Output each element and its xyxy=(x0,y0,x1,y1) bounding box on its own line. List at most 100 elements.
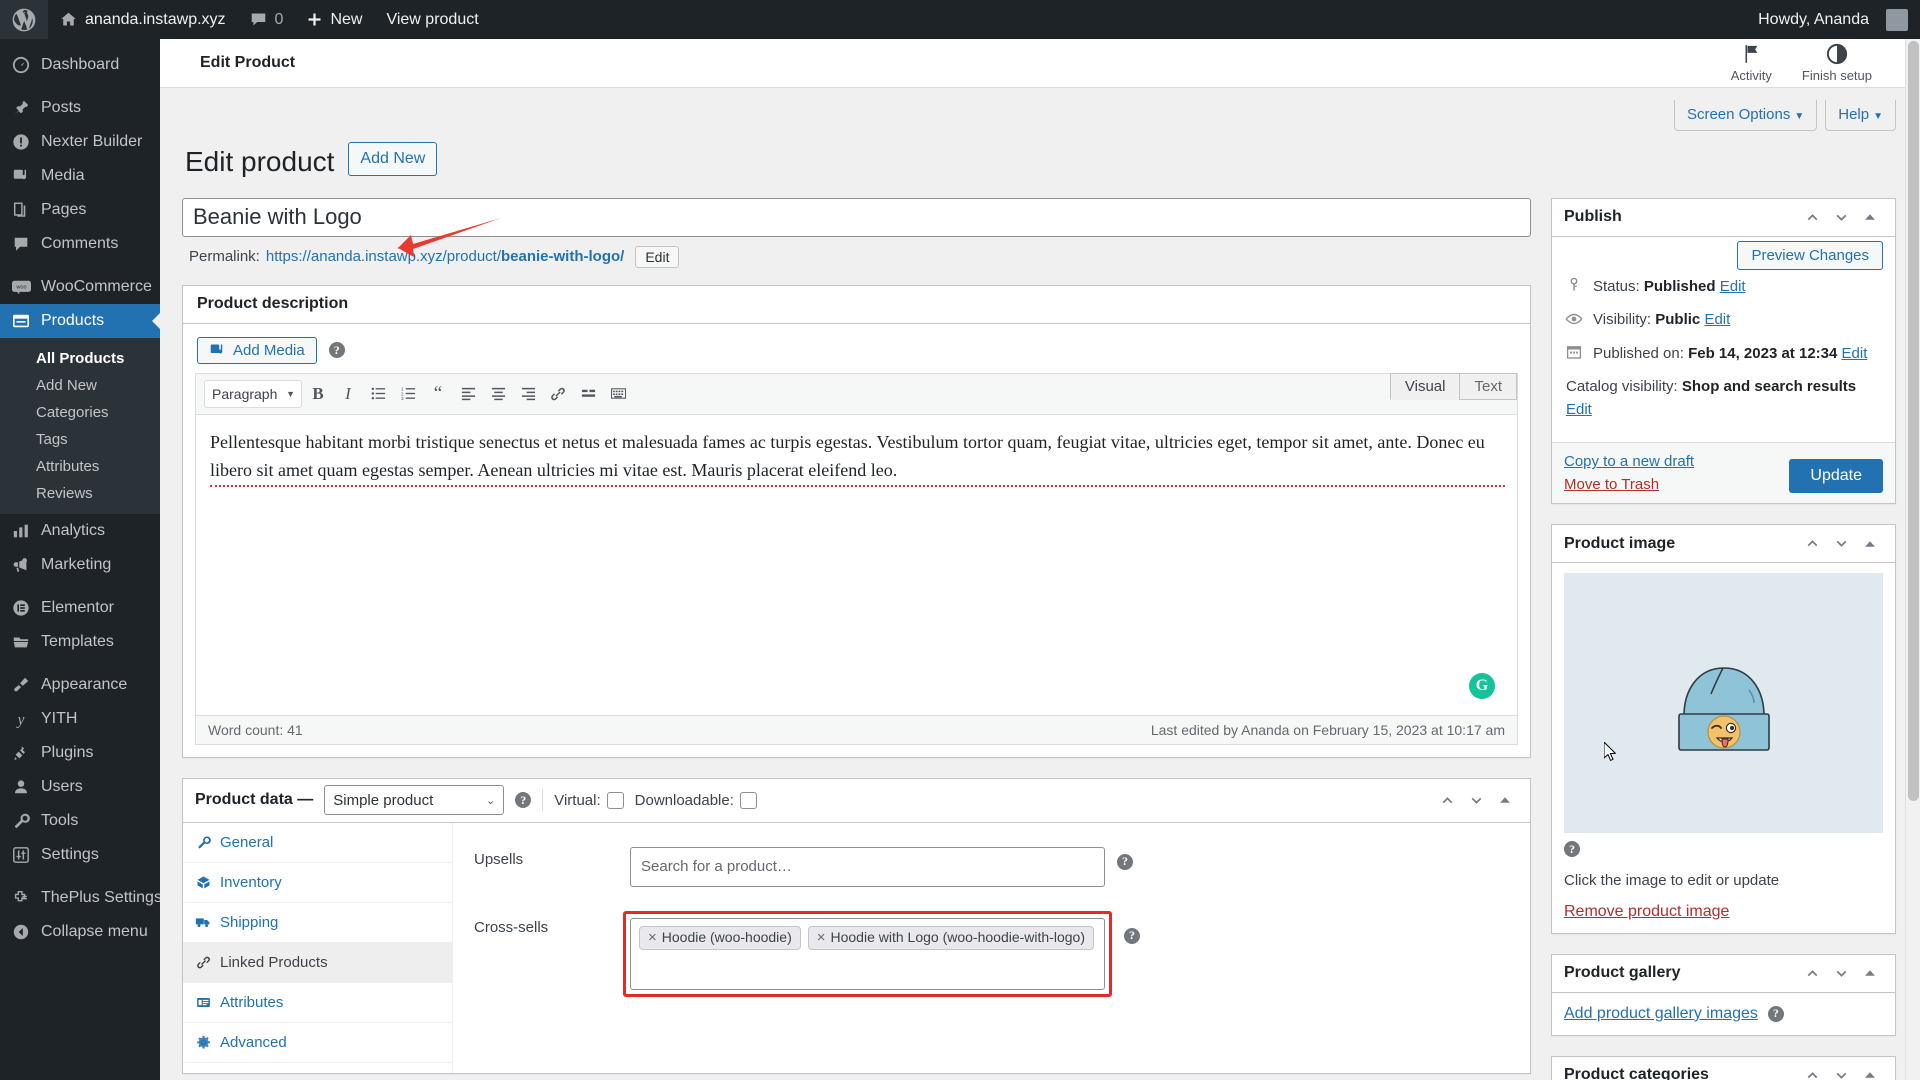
virtual-checkbox[interactable] xyxy=(607,792,624,809)
product-title-input[interactable] xyxy=(182,198,1531,237)
pd-tab-linked-products[interactable]: Linked Products xyxy=(183,943,452,983)
help-tip-icon[interactable]: ? xyxy=(1768,1006,1784,1022)
help-tip-icon[interactable]: ? xyxy=(329,342,345,358)
sidebar-item-collapse-menu[interactable]: Collapse menu xyxy=(0,915,160,949)
sidebar-item-tools[interactable]: Tools xyxy=(0,804,160,838)
cross-sells-input[interactable]: × Hoodie (woo-hoodie) × Hoodie with Logo… xyxy=(630,918,1105,990)
help-tip-icon[interactable]: ? xyxy=(515,792,531,808)
sidebar-item-elementor[interactable]: Elementor xyxy=(0,591,160,625)
finish-setup-button[interactable]: Finish setup xyxy=(1802,43,1872,83)
move-down-button[interactable] xyxy=(1463,787,1489,813)
new-content-menu[interactable]: New xyxy=(295,0,374,39)
editor-content-area[interactable]: Pellentesque habitant morbi tristique se… xyxy=(196,415,1517,715)
blockquote-button[interactable]: “ xyxy=(424,380,452,408)
permalink-link[interactable]: https://ananda.instawp.xyz/product/beani… xyxy=(266,248,624,265)
preview-changes-button[interactable]: Preview Changes xyxy=(1737,241,1883,270)
wp-logo-menu[interactable] xyxy=(0,0,48,39)
add-product-gallery-images-link[interactable]: Add product gallery images xyxy=(1564,1005,1758,1023)
edit-status-link[interactable]: Edit xyxy=(1720,278,1746,295)
sidebar-item-tags[interactable]: Tags xyxy=(0,426,160,453)
update-button[interactable]: Update xyxy=(1789,459,1883,493)
edit-visibility-link[interactable]: Edit xyxy=(1704,311,1730,328)
sidebar-item-analytics[interactable]: Analytics xyxy=(0,514,160,548)
sidebar-item-appearance[interactable]: Appearance xyxy=(0,668,160,702)
toggle-panel-button[interactable] xyxy=(1857,960,1883,986)
page-scrollbar[interactable] xyxy=(1905,39,1920,1080)
align-left-button[interactable] xyxy=(454,380,482,408)
sidebar-item-nexter-builder[interactable]: Nexter Builder xyxy=(0,125,160,159)
align-center-button[interactable] xyxy=(484,380,512,408)
move-up-button[interactable] xyxy=(1799,531,1825,557)
sidebar-item-dashboard[interactable]: Dashboard xyxy=(0,48,160,82)
help-tip-icon[interactable]: ? xyxy=(1117,854,1133,870)
move-down-button[interactable] xyxy=(1828,531,1854,557)
align-right-button[interactable] xyxy=(514,380,542,408)
remove-product-image-link[interactable]: Remove product image xyxy=(1564,903,1729,920)
edit-catalog-visibility-link[interactable]: Edit xyxy=(1566,401,1592,418)
move-up-button[interactable] xyxy=(1799,1062,1825,1080)
remove-tag-icon[interactable]: × xyxy=(648,929,657,946)
pd-tab-inventory[interactable]: Inventory xyxy=(183,863,452,903)
italic-button[interactable]: I xyxy=(334,380,362,408)
insert-link-button[interactable] xyxy=(544,380,572,408)
edit-date-link[interactable]: Edit xyxy=(1842,345,1868,362)
move-up-button[interactable] xyxy=(1799,960,1825,986)
numbered-list-button[interactable]: 123 xyxy=(394,380,422,408)
pd-tab-shipping[interactable]: Shipping xyxy=(183,903,452,943)
toggle-panel-button[interactable] xyxy=(1492,787,1518,813)
sidebar-item-products[interactable]: Products xyxy=(0,304,160,338)
move-to-trash-link[interactable]: Move to Trash xyxy=(1564,476,1694,493)
my-account-menu[interactable]: Howdy, Ananda xyxy=(1746,0,1920,39)
sidebar-item-marketing[interactable]: Marketing xyxy=(0,548,160,582)
paragraph-format-select[interactable]: Paragraph ▼ xyxy=(204,380,302,408)
remove-tag-icon[interactable]: × xyxy=(817,929,826,946)
help-tip-icon[interactable]: ? xyxy=(1564,841,1580,857)
sidebar-item-attributes[interactable]: Attributes xyxy=(0,453,160,480)
cross-sell-tag[interactable]: × Hoodie (woo-hoodie) xyxy=(639,926,801,950)
sidebar-item-posts[interactable]: Posts xyxy=(0,91,160,125)
activity-panel-button[interactable]: Activity xyxy=(1731,43,1772,83)
bulleted-list-button[interactable] xyxy=(364,380,392,408)
tab-text[interactable]: Text xyxy=(1459,373,1517,400)
toggle-panel-button[interactable] xyxy=(1857,531,1883,557)
move-down-button[interactable] xyxy=(1828,204,1854,230)
move-up-button[interactable] xyxy=(1799,204,1825,230)
help-tip-icon[interactable]: ? xyxy=(1124,928,1140,944)
view-product-link[interactable]: View product xyxy=(374,0,490,39)
sidebar-item-all-products[interactable]: All Products xyxy=(0,345,160,372)
comments-menu[interactable]: 0 xyxy=(238,0,296,39)
screen-options-tab[interactable]: Screen Options▼ xyxy=(1674,100,1817,131)
sidebar-item-woocommerce[interactable]: woo WooCommerce xyxy=(0,270,160,304)
sidebar-item-add-new-product[interactable]: Add New xyxy=(0,372,160,399)
sidebar-item-media[interactable]: Media xyxy=(0,159,160,193)
move-down-button[interactable] xyxy=(1828,960,1854,986)
sidebar-item-yith[interactable]: y YITH xyxy=(0,702,160,736)
sidebar-item-settings[interactable]: Settings xyxy=(0,838,160,872)
move-up-button[interactable] xyxy=(1434,787,1460,813)
grammarly-icon[interactable]: G xyxy=(1469,673,1495,699)
upsells-search-input[interactable]: Search for a product… xyxy=(630,847,1105,887)
sidebar-item-reviews[interactable]: Reviews xyxy=(0,480,160,507)
sidebar-item-templates[interactable]: Templates xyxy=(0,625,160,659)
bold-button[interactable]: B xyxy=(304,380,332,408)
pd-tab-general[interactable]: General xyxy=(183,823,452,863)
product-type-select[interactable]: Simple product ⌄ xyxy=(324,785,504,815)
edit-permalink-button[interactable]: Edit xyxy=(635,246,679,268)
toolbar-toggle-button[interactable] xyxy=(604,380,632,408)
sidebar-item-categories[interactable]: Categories xyxy=(0,399,160,426)
pd-tab-attributes[interactable]: Attributes xyxy=(183,983,452,1023)
add-new-button[interactable]: Add New xyxy=(348,142,437,176)
copy-to-new-draft-link[interactable]: Copy to a new draft xyxy=(1564,453,1694,470)
site-name-menu[interactable]: ananda.instawp.xyz xyxy=(48,0,238,39)
virtual-checkbox-label[interactable]: Virtual: xyxy=(554,792,623,809)
downloadable-checkbox-label[interactable]: Downloadable: xyxy=(635,792,757,809)
insert-read-more-button[interactable] xyxy=(574,380,602,408)
sidebar-item-plugins[interactable]: Plugins xyxy=(0,736,160,770)
toggle-panel-button[interactable] xyxy=(1857,204,1883,230)
scrollbar-thumb[interactable] xyxy=(1908,41,1919,801)
sidebar-item-users[interactable]: Users xyxy=(0,770,160,804)
help-tab[interactable]: Help▼ xyxy=(1825,100,1896,131)
toggle-panel-button[interactable] xyxy=(1857,1062,1883,1080)
sidebar-item-comments[interactable]: Comments xyxy=(0,227,160,261)
downloadable-checkbox[interactable] xyxy=(740,792,757,809)
